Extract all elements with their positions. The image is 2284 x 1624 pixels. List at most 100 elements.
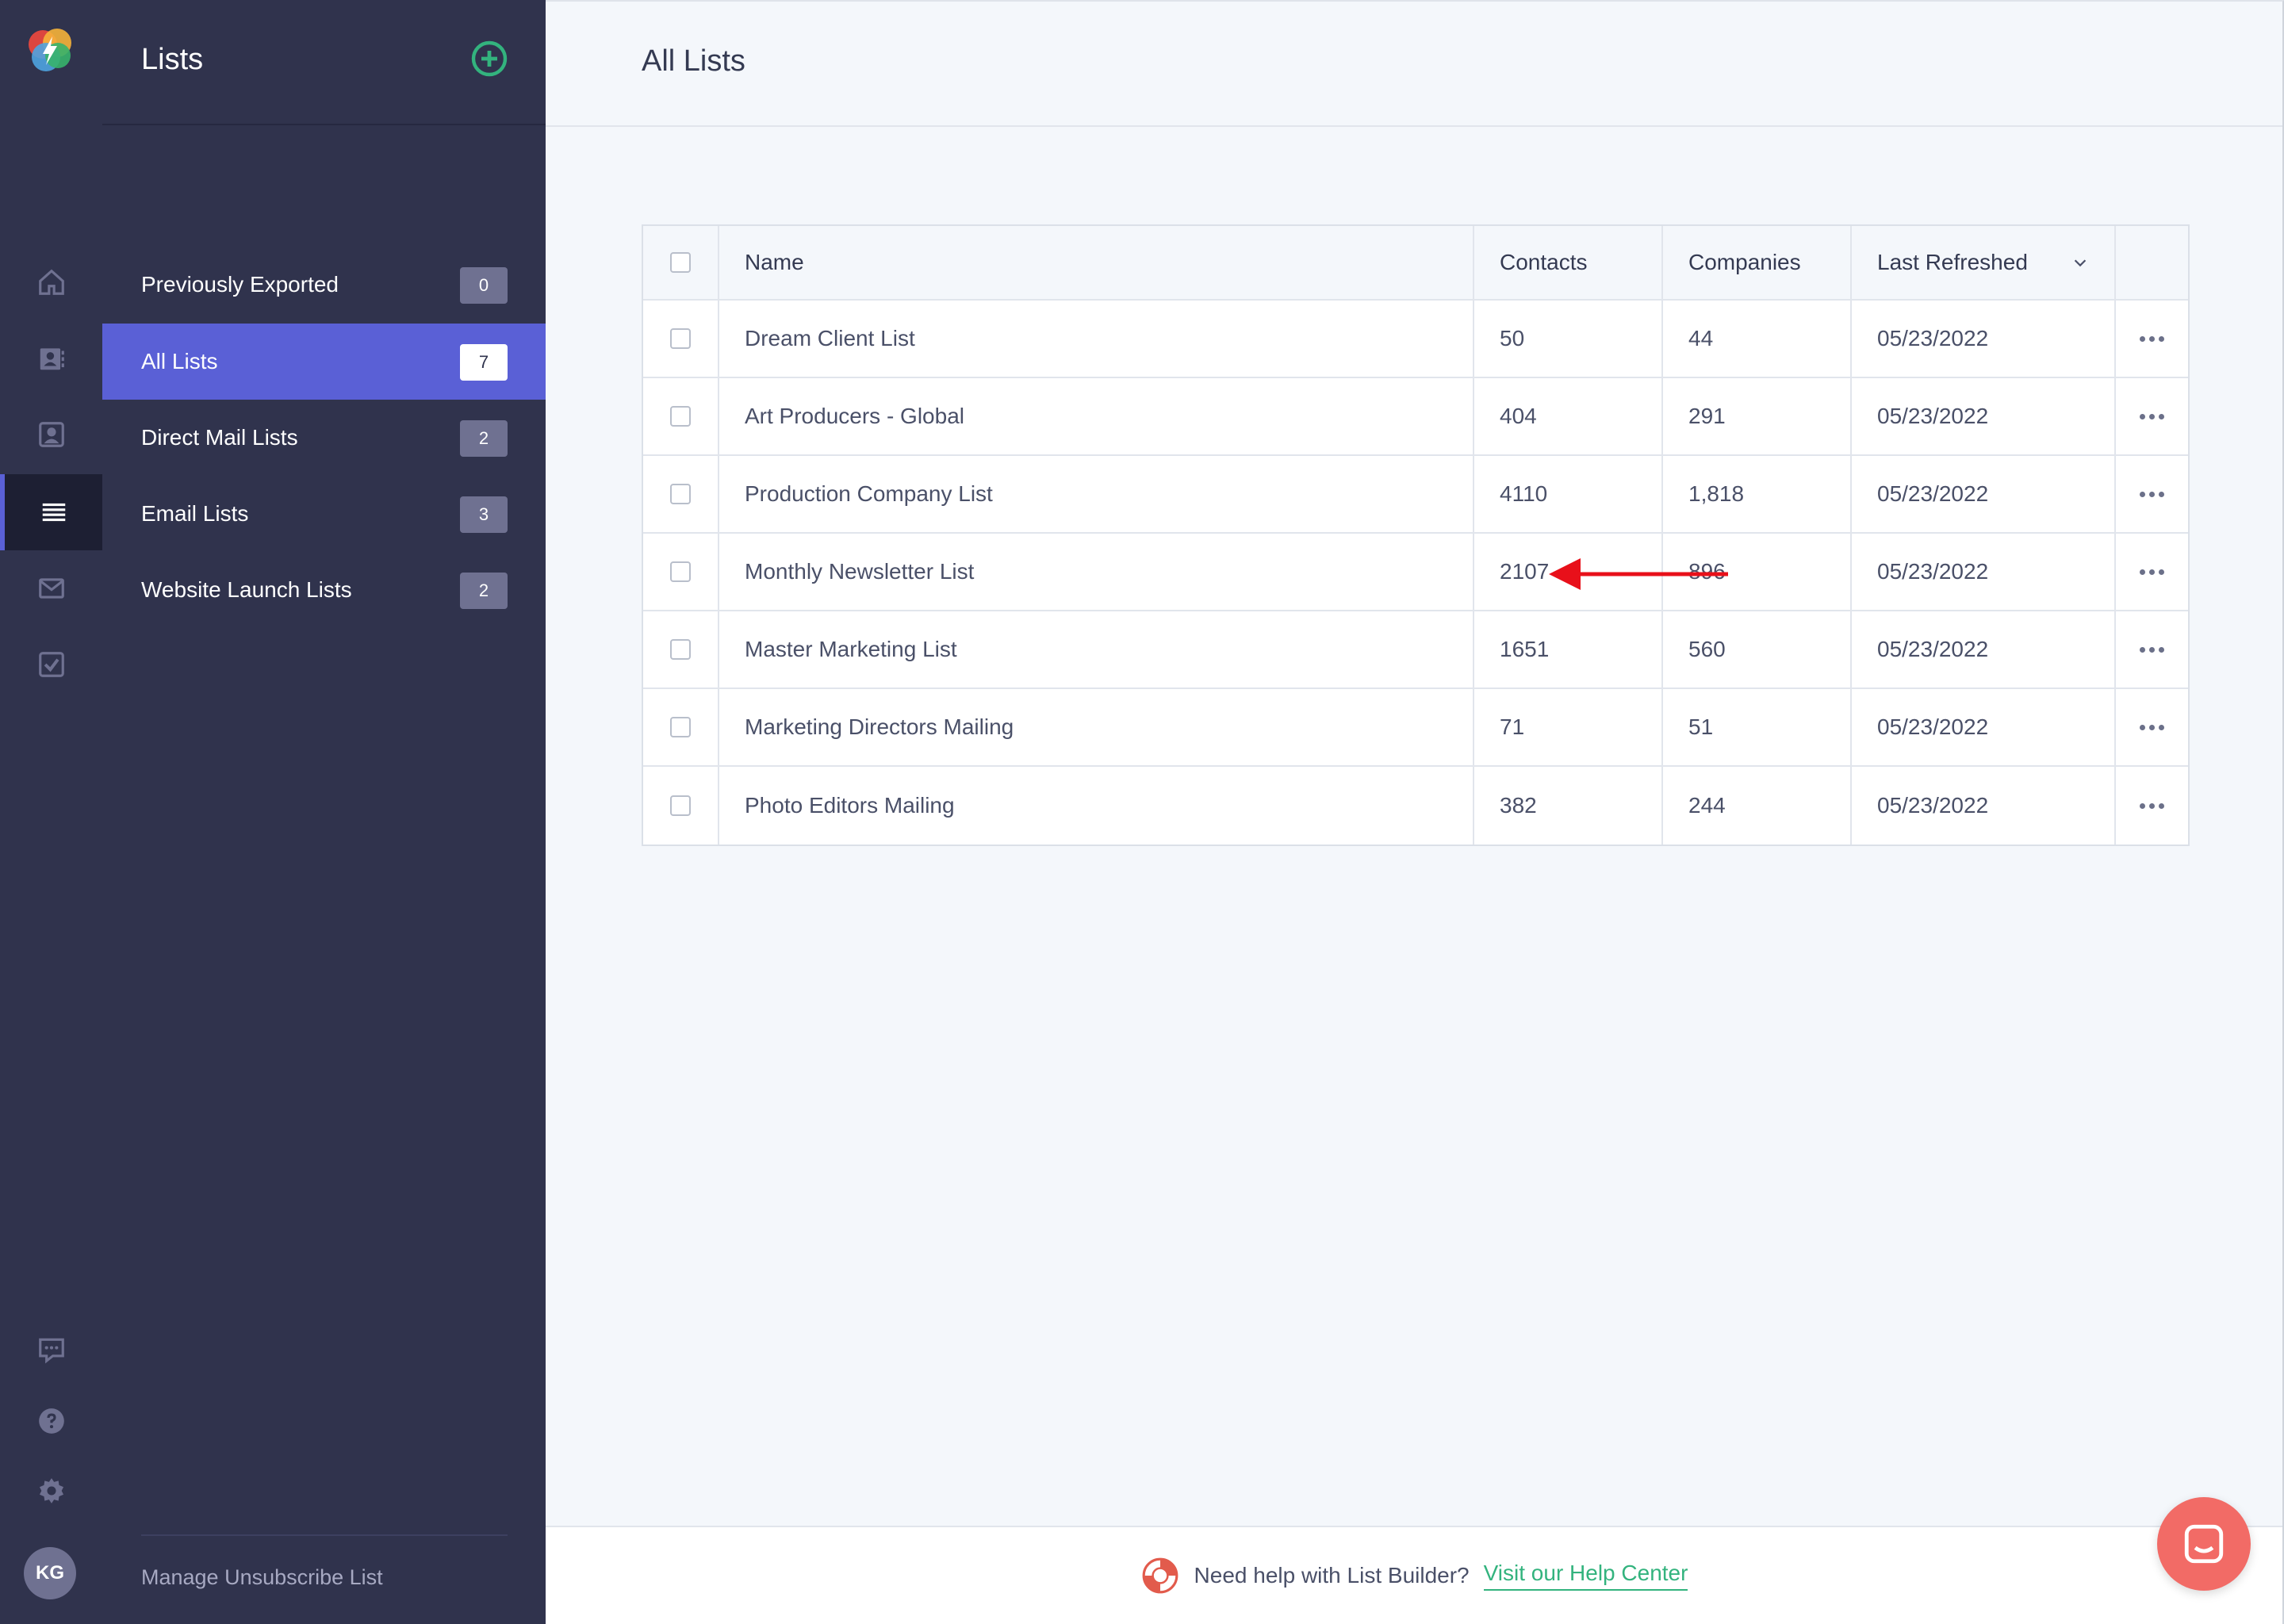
row-actions-cell [2116, 301, 2188, 377]
header-last-refreshed[interactable]: Last Refreshed [1852, 226, 2116, 299]
sidebar-item-email-lists[interactable]: Email Lists 3 [102, 476, 546, 552]
row-checkbox[interactable] [670, 561, 691, 582]
icon-rail: KG [0, 0, 102, 1624]
rail-home[interactable] [0, 244, 102, 320]
home-icon [38, 269, 64, 295]
table-row[interactable]: Photo Editors Mailing 382 244 05/23/2022 [643, 767, 2188, 845]
lists-sidebar: Lists Previously Exported 0 All Lists 7 … [102, 0, 546, 1624]
table-row[interactable]: Art Producers - Global 404 291 05/23/202… [643, 378, 2188, 456]
last-refreshed-date: 05/23/2022 [1852, 456, 2116, 532]
row-checkbox-cell [643, 534, 719, 610]
list-name[interactable]: Art Producers - Global [719, 378, 1474, 454]
header-contacts[interactable]: Contacts [1474, 226, 1663, 299]
manage-unsubscribe-link[interactable]: Manage Unsubscribe List [141, 1565, 383, 1590]
row-actions-cell [2116, 689, 2188, 765]
rail-contacts[interactable] [0, 320, 102, 396]
last-refreshed-date: 05/23/2022 [1852, 611, 2116, 688]
more-options-icon[interactable] [2140, 646, 2164, 653]
last-refreshed-date: 05/23/2022 [1852, 378, 2116, 454]
row-actions-cell [2116, 611, 2188, 688]
sidebar-item-label: All Lists [141, 349, 218, 373]
select-all-checkbox[interactable] [670, 252, 691, 273]
contacts-count: 4110 [1474, 456, 1663, 532]
rail-feedback[interactable] [0, 1312, 102, 1388]
rail-lists[interactable] [0, 474, 102, 550]
sidebar-item-previously-exported[interactable]: Previously Exported 0 [102, 247, 546, 323]
more-options-icon[interactable] [2140, 491, 2164, 497]
row-checkbox[interactable] [670, 717, 691, 737]
row-actions-cell [2116, 767, 2188, 845]
app-logo[interactable] [22, 22, 78, 78]
contacts-count: 50 [1474, 301, 1663, 377]
companies-count: 1,818 [1663, 456, 1852, 532]
chat-icon [2184, 1524, 2224, 1564]
count-badge: 2 [460, 573, 508, 609]
rail-settings[interactable] [0, 1453, 102, 1529]
table-row[interactable]: Dream Client List 50 44 05/23/2022 [643, 301, 2188, 378]
header-name[interactable]: Name [719, 226, 1474, 299]
avatar[interactable]: KG [24, 1547, 76, 1599]
row-checkbox[interactable] [670, 406, 691, 427]
list-name[interactable]: Photo Editors Mailing [719, 767, 1474, 845]
more-options-icon[interactable] [2140, 569, 2164, 575]
companies-count: 44 [1663, 301, 1852, 377]
last-refreshed-date: 05/23/2022 [1852, 767, 2116, 845]
header-companies[interactable]: Companies [1663, 226, 1852, 299]
count-badge: 2 [460, 420, 508, 457]
help-center-link[interactable]: Visit our Help Center [1483, 1561, 1688, 1591]
feedback-icon [38, 1338, 64, 1364]
help-footer: Need help with List Builder? Visit our H… [546, 1526, 2282, 1624]
row-checkbox[interactable] [670, 484, 691, 504]
more-options-icon[interactable] [2140, 724, 2164, 730]
companies-count: 291 [1663, 378, 1852, 454]
row-checkbox[interactable] [670, 639, 691, 660]
row-checkbox[interactable] [670, 328, 691, 349]
rail-tasks[interactable] [0, 626, 102, 703]
sidebar-item-label: Direct Mail Lists [141, 425, 298, 450]
add-list-icon[interactable] [470, 40, 508, 78]
chat-button[interactable] [2157, 1497, 2251, 1591]
companies-count: 244 [1663, 767, 1852, 845]
lists-icon [42, 503, 65, 522]
table-row[interactable]: Marketing Directors Mailing 71 51 05/23/… [643, 689, 2188, 767]
gear-icon [39, 1478, 63, 1503]
table-row[interactable]: Monthly Newsletter List 2107 896 05/23/2… [643, 534, 2188, 611]
sidebar-item-website-launch-lists[interactable]: Website Launch Lists 2 [102, 552, 546, 628]
lists-table: Name Contacts Companies Last Refreshed D… [642, 224, 2190, 846]
more-options-icon[interactable] [2140, 802, 2164, 809]
row-checkbox-cell [643, 378, 719, 454]
table-row[interactable]: Master Marketing List 1651 560 05/23/202… [643, 611, 2188, 689]
row-checkbox-cell [643, 301, 719, 377]
rail-help[interactable] [0, 1383, 102, 1459]
last-refreshed-date: 05/23/2022 [1852, 534, 2116, 610]
count-badge: 0 [460, 267, 508, 304]
list-name[interactable]: Monthly Newsletter List [719, 534, 1474, 610]
sidebar-item-all-lists[interactable]: All Lists 7 [102, 324, 546, 400]
row-checkbox-cell [643, 767, 719, 845]
header-last-refreshed-label: Last Refreshed [1877, 250, 2028, 274]
sidebar-title: Lists [141, 43, 204, 76]
more-options-icon[interactable] [2140, 413, 2164, 419]
sidebar-bottom-divider [141, 1534, 508, 1536]
table-row[interactable]: Production Company List 4110 1,818 05/23… [643, 456, 2188, 534]
row-checkbox-cell [643, 456, 719, 532]
row-checkbox[interactable] [670, 795, 691, 816]
annotation-arrow-icon [1549, 558, 1728, 590]
list-name[interactable]: Production Company List [719, 456, 1474, 532]
rail-mail[interactable] [0, 550, 102, 626]
list-name[interactable]: Dream Client List [719, 301, 1474, 377]
list-name[interactable]: Master Marketing List [719, 611, 1474, 688]
chevron-down-icon[interactable] [2071, 254, 2089, 271]
sidebar-item-label: Email Lists [141, 501, 249, 526]
sidebar-item-direct-mail-lists[interactable]: Direct Mail Lists 2 [102, 400, 546, 476]
sidebar-item-label: Website Launch Lists [141, 577, 352, 602]
list-name[interactable]: Marketing Directors Mailing [719, 689, 1474, 765]
rail-people[interactable] [0, 396, 102, 473]
more-options-icon[interactable] [2140, 335, 2164, 342]
last-refreshed-date: 05/23/2022 [1852, 301, 2116, 377]
mail-icon [38, 578, 64, 599]
lifebuoy-icon [1142, 1557, 1178, 1594]
page-title: All Lists [642, 44, 745, 78]
person-icon [38, 422, 64, 447]
row-actions-cell [2116, 378, 2188, 454]
